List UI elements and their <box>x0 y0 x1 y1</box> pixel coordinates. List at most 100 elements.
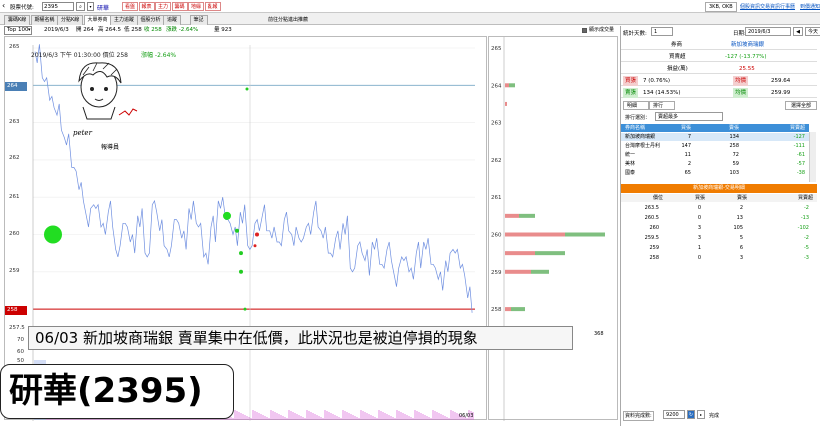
tab-5[interactable]: 個股分析 <box>136 15 165 25</box>
trade-row[interactable]: 260 3 105 -102 <box>621 224 817 232</box>
info-volume: 量 923 <box>214 27 232 33</box>
trade-row[interactable]: 259 1 6 -5 <box>621 244 817 252</box>
trade-row[interactable]: 258 0 3 -3 <box>621 254 817 262</box>
price-volume-chart: 265 264 263 262 261 260 259 258 368 <box>488 36 618 421</box>
y-label-5: 260 <box>9 231 20 237</box>
tab-2[interactable]: 分點K線 <box>57 15 84 25</box>
top-toolbar: ‹ 股票代號: 2395 ⌕ ▾ 研華 看盤 報表 主力 籌碼 地緣 亂報 3KB, OK… <box>0 0 820 13</box>
stock-code-input[interactable]: 2395 <box>42 2 74 11</box>
side-y-label: 265 <box>491 46 502 52</box>
quick-button-4[interactable]: 地緣 <box>188 2 205 11</box>
rank-row[interactable]: 美林 2 59 -57 <box>621 160 809 168</box>
trade-row[interactable]: 259.5 3 5 -2 <box>621 234 817 242</box>
trade-dot <box>223 211 231 220</box>
svg-text:peter: peter <box>73 129 93 137</box>
dropdown-icon[interactable]: ▾ <box>87 2 94 11</box>
quick-button-1[interactable]: 報表 <box>138 2 155 11</box>
trade-dot <box>239 269 243 274</box>
bottom-status: 完成 <box>709 413 720 419</box>
info-change: 漲跌 -2.64% <box>166 27 199 33</box>
rank-row[interactable]: 國泰 65 103 -38 <box>621 169 809 177</box>
y-label-2: 263 <box>9 119 20 125</box>
y-highlight-top: 264 <box>5 82 27 91</box>
tab-6[interactable]: 追蹤 <box>163 15 182 25</box>
price-info-bar: Top 100 ▾ 2019/6/3 開 264 高 264.5 低 258 收… <box>4 26 614 35</box>
quick-button-2[interactable]: 主力 <box>155 2 172 11</box>
bottom-label: 資料完成數: <box>623 411 654 421</box>
quick-button-3[interactable]: 籌碼 <box>171 2 188 11</box>
tab-4[interactable]: 主力追蹤 <box>110 15 139 25</box>
side-y-label: 260 <box>491 233 502 239</box>
stock-name: 研華 <box>97 5 110 12</box>
top-link-2[interactable]: 行事曆 <box>780 3 795 10</box>
info-open: 開 264 <box>76 27 94 33</box>
back-arrow-icon[interactable]: ‹ <box>2 1 5 10</box>
trade-detail-table: 價位 買張 賣張 買賣超 263.5 0 2 -2 260.5 0 13 -13 260 3 105 -102… <box>621 194 817 274</box>
y-label-6: 259 <box>9 268 20 274</box>
vol-label-1: 60 <box>17 349 24 355</box>
side-bar-buy <box>505 307 511 312</box>
next-icon[interactable]: ▸ <box>697 410 705 419</box>
price-volume-svg: 265 264 263 262 261 260 259 258 <box>491 37 605 421</box>
y-label-8: 257.5 <box>9 325 25 331</box>
side-bar-sell <box>565 232 605 237</box>
trade-row[interactable]: 263.5 0 2 -2 <box>621 204 817 212</box>
date-axis-label: 06/03 <box>459 413 474 419</box>
net-status: 3KB, OKB <box>705 2 737 12</box>
broker-row: 券商 新加坡商瑞銀 <box>621 40 817 50</box>
tab-bar: 籌碼K線 期權名稱 分點K線 大單券商 主力追蹤 個股分析 追蹤 筆記 前往分點進出推薦 <box>0 13 820 25</box>
trade-dot <box>235 228 239 233</box>
rank-row[interactable]: 台灣摩根士丹利 147 258 -111 <box>621 142 809 150</box>
rank-scrollbar[interactable] <box>809 132 816 182</box>
big-stock-title: 研華(2395) <box>0 364 234 419</box>
today-button[interactable]: 今天 <box>805 27 820 36</box>
tab-1[interactable]: 期權名稱 <box>30 15 59 25</box>
rank-select[interactable]: 賣超最多 <box>655 112 723 121</box>
trade-dot <box>44 225 62 244</box>
show-volume-checkbox[interactable] <box>582 28 587 33</box>
select-all-button[interactable]: 選擇全部 <box>785 101 817 110</box>
rank-header[interactable]: 券商名稱 買張 賣張 買賣超 <box>621 124 809 132</box>
side-bar-buy <box>505 232 565 237</box>
svg-text:報導員: 報導員 <box>101 143 119 151</box>
rank-table: 券商名稱 買張 賣張 買賣超 新加坡商瑞銀 7 134 -127 台灣摩根士丹利 147 258 -1… <box>621 124 817 184</box>
date-input[interactable]: 2019/6/3 <box>745 27 791 36</box>
tab-7[interactable]: 筆記 <box>189 15 208 25</box>
intraday-chart[interactable]: 2019/6/3 下午 01:30:00 價位 258 漲幅 -2.64% 26… <box>4 36 487 421</box>
top-link-1[interactable]: 交易資訊 <box>760 3 780 10</box>
trade-row[interactable]: 260.5 0 13 -13 <box>621 214 817 222</box>
net-value: -127 (-13.77%) <box>725 54 767 60</box>
trade-dot <box>239 251 243 256</box>
quick-button-5[interactable]: 亂報 <box>204 2 221 11</box>
search-icon[interactable]: ⌕ <box>76 2 85 11</box>
side-bar-buy <box>505 251 535 256</box>
info-high: 高 264.5 <box>98 27 121 33</box>
side-bar-buy <box>505 101 507 106</box>
side-y-label: 264 <box>491 83 502 89</box>
refresh-icon[interactable]: ↻ <box>687 410 695 419</box>
rank-row[interactable]: 新加坡商瑞銀 7 134 -127 <box>621 133 809 141</box>
trade-dot <box>243 307 247 311</box>
calendar-icon[interactable]: ◀ <box>793 27 803 36</box>
net-row: 買賣超 -127 (-13.77%) <box>621 52 817 62</box>
side-y-label: 261 <box>491 195 502 201</box>
tab-3[interactable]: 大單券商 <box>83 15 112 25</box>
days-select[interactable]: 1 <box>651 27 673 36</box>
tab-detail[interactable]: 明細 <box>623 101 649 110</box>
side-bar-sell <box>535 251 565 256</box>
vol-label-0: 70 <box>17 337 24 343</box>
date-label: 日期: <box>733 31 746 37</box>
quick-button-0[interactable]: 看盤 <box>122 2 139 11</box>
trade-detail-title: 新加坡商瑞銀-交易明細 <box>621 184 817 193</box>
broker-name[interactable]: 新加坡商瑞銀 <box>731 40 764 50</box>
trade-dot <box>245 87 249 91</box>
side-y-label: 263 <box>491 121 502 127</box>
top-link-3[interactable]: 到價通知 <box>800 3 820 10</box>
range-dropdown-icon[interactable]: ▾ <box>28 26 31 35</box>
top-link-0[interactable]: 個股資訊 <box>740 3 760 10</box>
bottom-select[interactable]: 9200 <box>663 410 685 419</box>
tab-rank[interactable]: 排行 <box>649 101 675 110</box>
rank-row[interactable]: 統一 11 72 -61 <box>621 151 809 159</box>
y-label-4: 261 <box>9 194 20 200</box>
tab-0[interactable]: 籌碼K線 <box>4 15 31 25</box>
